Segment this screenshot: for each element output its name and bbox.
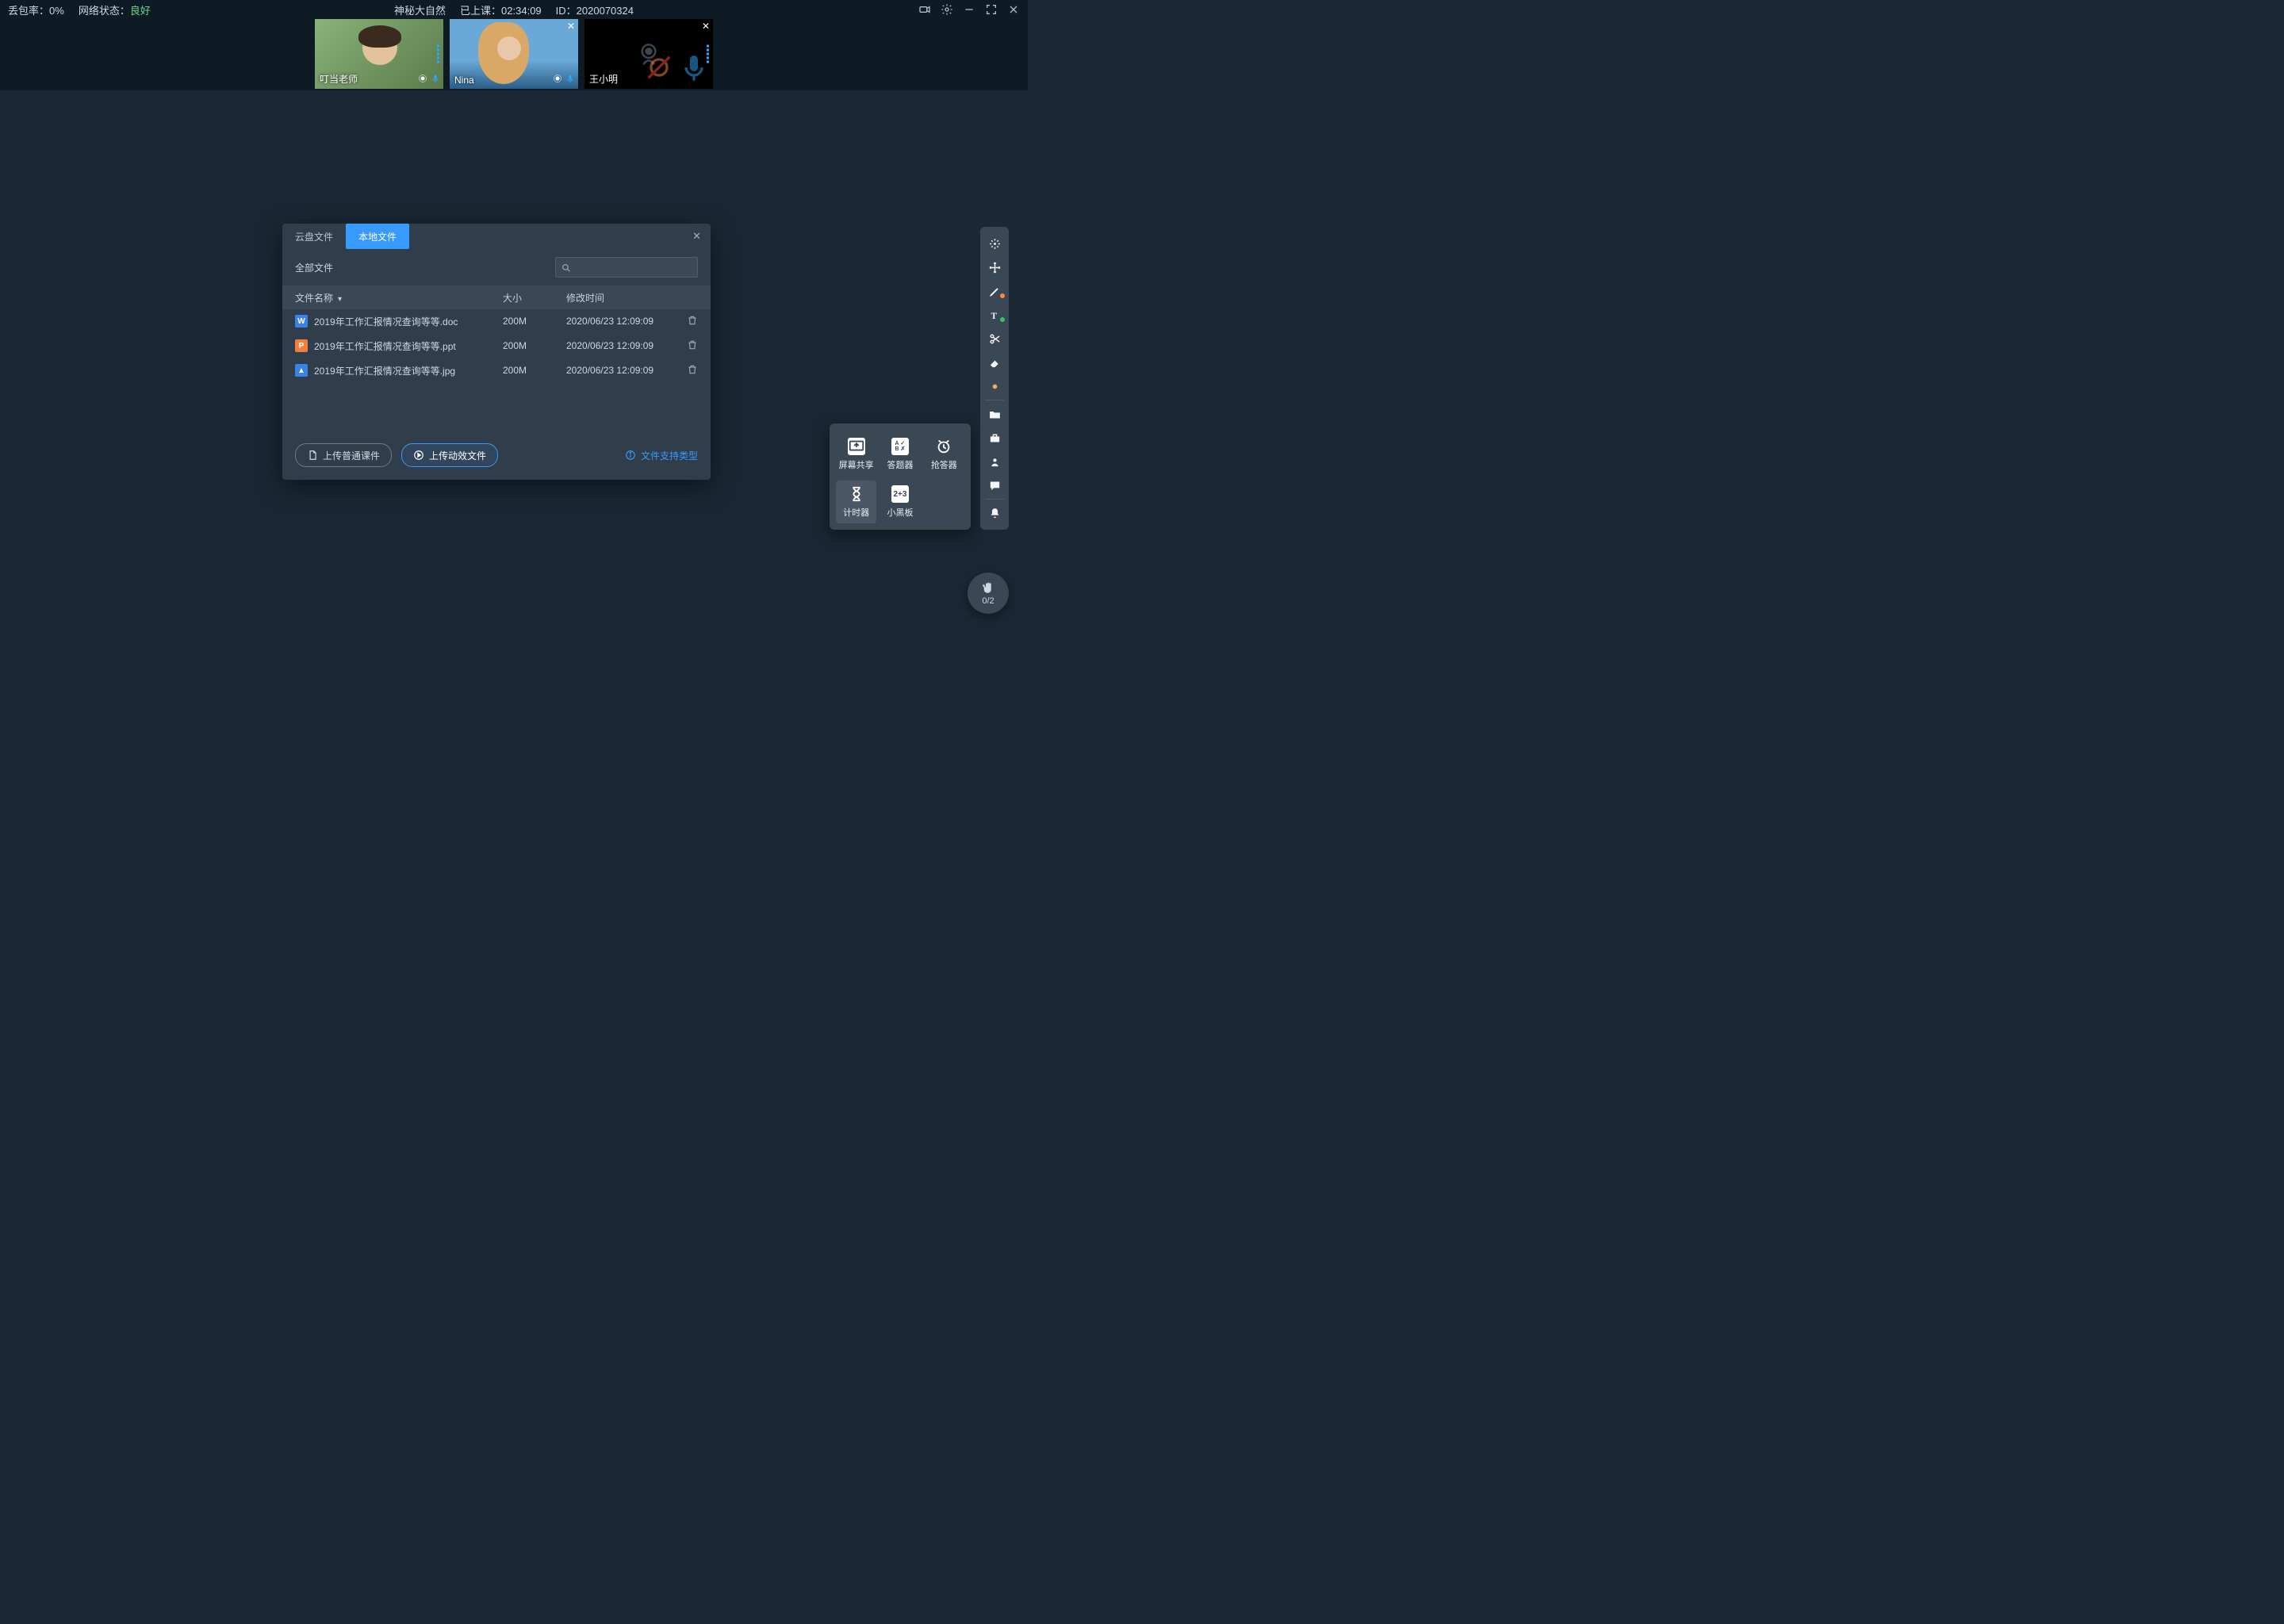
info-icon <box>625 450 636 461</box>
scissors-tool[interactable] <box>980 327 1009 350</box>
class-title: 神秘大自然 <box>394 2 446 17</box>
packet-loss: 丢包率：0% <box>8 2 64 17</box>
table-header: 文件名称 大小 修改时间 <box>282 285 711 309</box>
tool-answer[interactable]: A ✓B ✗ 答题器 <box>879 433 920 476</box>
tool-buzzer[interactable]: 抢答器 <box>924 433 964 476</box>
col-time[interactable]: 修改时间 <box>566 291 687 304</box>
fullscreen-icon[interactable] <box>985 3 998 16</box>
move-tool[interactable] <box>980 255 1009 279</box>
upload-effect-button[interactable]: 上传动效文件 <box>401 443 498 467</box>
participant-name: Nina <box>454 75 474 86</box>
file-row[interactable]: W2019年工作汇报情况查询等等.doc 200M 2020/06/23 12:… <box>282 309 711 334</box>
hand-count: 0/2 <box>982 596 994 606</box>
hourglass-icon <box>848 485 865 503</box>
network-status: 网络状态：良好 <box>79 2 151 17</box>
svg-text:T: T <box>991 311 997 320</box>
file-dialog: 云盘文件 本地文件 ✕ 全部文件 文件名称 大小 修改时间 W2019年工作汇报… <box>282 224 711 480</box>
ppt-icon: P <box>295 339 308 352</box>
tab-local-files[interactable]: 本地文件 <box>346 224 409 249</box>
play-circle-icon <box>413 450 424 461</box>
settings-icon[interactable] <box>941 3 953 16</box>
folder-tool[interactable] <box>980 402 1009 426</box>
filter-all-label[interactable]: 全部文件 <box>295 261 546 274</box>
upload-normal-button[interactable]: 上传普通课件 <box>295 443 392 467</box>
tool-timer[interactable]: 计时器 <box>836 481 876 523</box>
close-window-icon[interactable] <box>1007 3 1020 16</box>
search-icon <box>561 262 571 273</box>
tile-close-icon[interactable]: ✕ <box>702 21 710 32</box>
camera-muted-icon <box>643 52 675 86</box>
file-time: 2020/06/23 12:09:09 <box>566 316 687 327</box>
shapes-tool[interactable] <box>980 374 1009 398</box>
search-input[interactable] <box>555 257 698 278</box>
laser-pointer-tool[interactable] <box>980 232 1009 255</box>
mini-board-icon: 2+3 <box>891 485 909 503</box>
col-name[interactable]: 文件名称 <box>295 291 503 304</box>
camera-icon <box>553 74 562 86</box>
bell-tool[interactable] <box>980 501 1009 525</box>
chat-tool[interactable] <box>980 473 1009 497</box>
image-icon: ▲ <box>295 364 308 377</box>
participants-tool[interactable] <box>980 450 1009 473</box>
hand-raise-counter[interactable]: 0/2 <box>968 573 1009 614</box>
answer-device-icon: A ✓B ✗ <box>891 438 909 455</box>
top-status-bar: 丢包率：0% 网络状态：良好 神秘大自然 已上课：02:34:09 ID：202… <box>0 0 1028 19</box>
col-size[interactable]: 大小 <box>503 291 566 304</box>
delete-icon[interactable] <box>687 339 711 353</box>
file-time: 2020/06/23 12:09:09 <box>566 365 687 376</box>
tile-close-icon[interactable]: ✕ <box>567 21 575 32</box>
alarm-icon <box>935 438 952 455</box>
tool-screen-share[interactable]: 屏幕共享 <box>836 433 876 476</box>
participant-tile[interactable]: ✕ 王小明 <box>584 19 713 89</box>
file-row[interactable]: P2019年工作汇报情况查询等等.ppt 200M 2020/06/23 12:… <box>282 334 711 358</box>
toolbox-tool[interactable] <box>980 426 1009 450</box>
mic-icon <box>431 74 440 86</box>
teaching-tools-popup: 屏幕共享 A ✓B ✗ 答题器 抢答器 计时器 2+3 小黑板 <box>830 423 971 530</box>
participant-strip: 叮当老师 ✕ Nina ✕ 王小明 <box>0 19 1028 90</box>
elapsed-time: 已上课：02:34:09 <box>460 2 542 17</box>
mic-icon <box>678 52 710 86</box>
tab-cloud-files[interactable]: 云盘文件 <box>282 224 346 249</box>
tool-blackboard[interactable]: 2+3 小黑板 <box>879 481 920 523</box>
supported-types-link[interactable]: 文件支持类型 <box>625 449 698 462</box>
file-size: 200M <box>503 316 566 327</box>
dialog-close-icon[interactable]: ✕ <box>683 230 711 243</box>
file-size: 200M <box>503 365 566 376</box>
file-time: 2020/06/23 12:09:09 <box>566 340 687 351</box>
file-size: 200M <box>503 340 566 351</box>
eraser-tool[interactable] <box>980 350 1009 374</box>
text-tool[interactable]: T <box>980 303 1009 327</box>
participant-name: 叮当老师 <box>320 72 358 86</box>
mic-icon <box>565 74 575 86</box>
document-icon <box>307 450 318 461</box>
record-icon[interactable] <box>918 3 931 16</box>
doc-icon: W <box>295 315 308 327</box>
participant-tile[interactable]: ✕ Nina <box>450 19 578 89</box>
pen-tool[interactable] <box>980 279 1009 303</box>
participant-tile[interactable]: 叮当老师 <box>315 19 443 89</box>
hand-icon <box>981 580 995 595</box>
screen-share-icon <box>848 438 865 455</box>
camera-icon <box>418 74 427 86</box>
minimize-icon[interactable] <box>963 3 975 16</box>
right-toolbar: T <box>980 227 1009 530</box>
delete-icon[interactable] <box>687 315 711 328</box>
delete-icon[interactable] <box>687 364 711 377</box>
session-id: ID：2020070324 <box>556 2 634 17</box>
file-row[interactable]: ▲2019年工作汇报情况查询等等.jpg 200M 2020/06/23 12:… <box>282 358 711 383</box>
participant-name: 王小明 <box>589 72 618 86</box>
